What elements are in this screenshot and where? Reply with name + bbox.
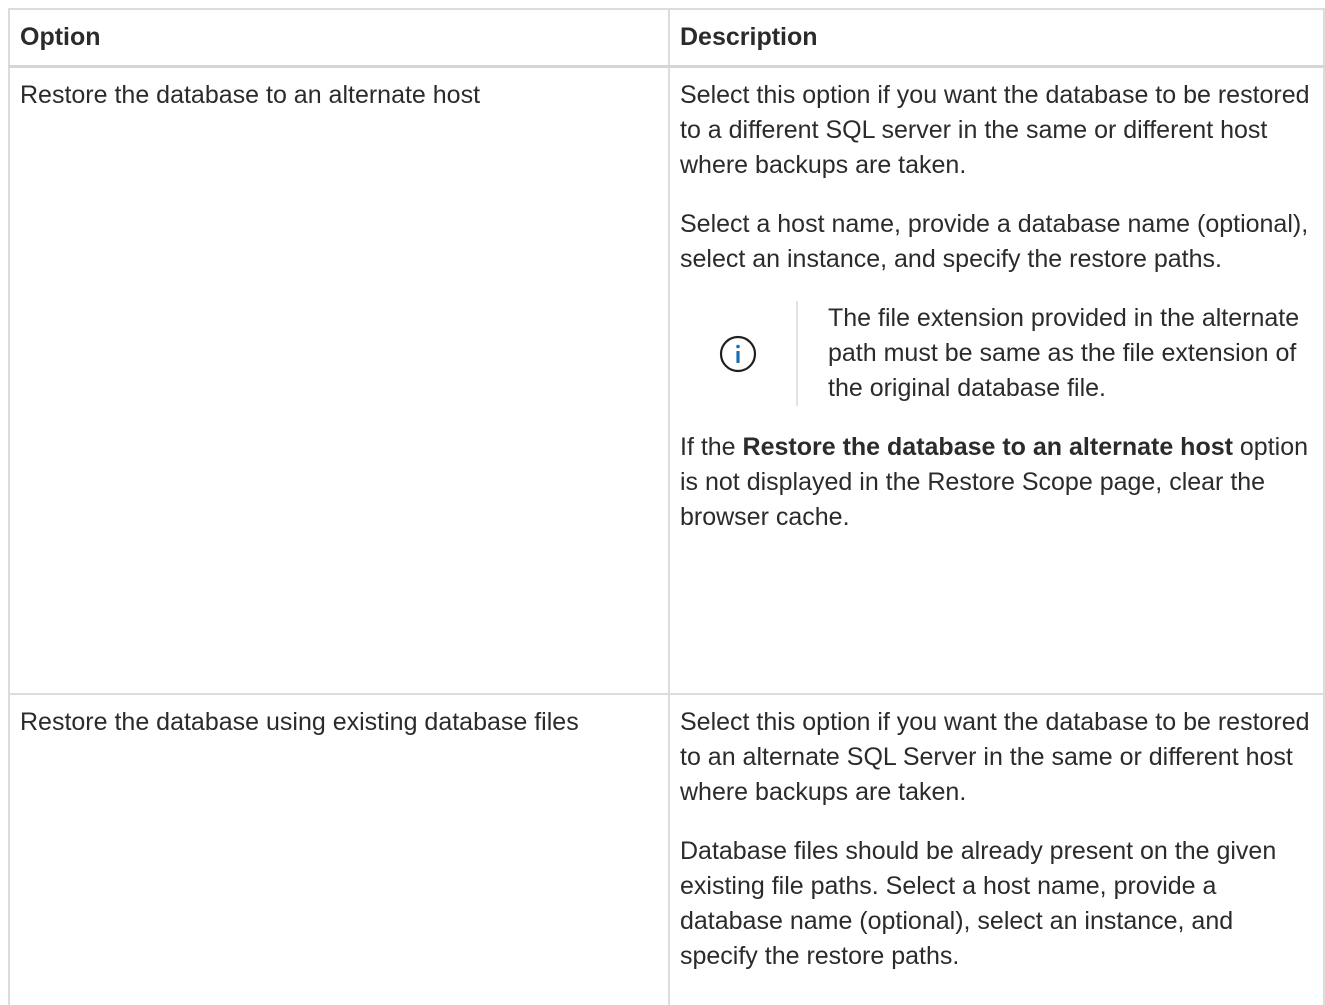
option-name-bold: Restore the database to an alternate hos… — [742, 433, 1233, 461]
table-row: Restore the database to an alternate hos… — [9, 66, 1325, 695]
description-paragraph: Database files should be already present… — [680, 837, 1277, 970]
table-row: Restore the database using existing data… — [9, 694, 1325, 1005]
options-table: Option Description Restore the database … — [8, 8, 1325, 1005]
description-paragraph: Select this option if you want the datab… — [680, 708, 1310, 806]
note-icon-container — [680, 301, 798, 406]
description-paragraph: Select this option if you want the datab… — [680, 81, 1310, 179]
info-icon — [719, 335, 757, 372]
table-header: Option Description — [9, 9, 1325, 68]
header-row: Option Description — [9, 9, 1325, 68]
option-cell: Restore the database to an alternate hos… — [9, 66, 670, 695]
note-text: The file extension provided in the alter… — [828, 304, 1300, 402]
description-paragraph: Select a host name, provide a database n… — [680, 210, 1309, 273]
description-text: If the — [680, 433, 743, 461]
description-cell: Select this option if you want the datab… — [669, 66, 1325, 695]
description-cell: Select this option if you want the datab… — [669, 694, 1325, 1005]
header-option: Option — [9, 9, 670, 68]
header-description: Description — [669, 9, 1325, 68]
description-paragraph: If the Restore the database to an altern… — [680, 430, 1313, 535]
option-cell: Restore the database using existing data… — [9, 694, 670, 1005]
note-block: The file extension provided in the alter… — [680, 301, 1313, 406]
